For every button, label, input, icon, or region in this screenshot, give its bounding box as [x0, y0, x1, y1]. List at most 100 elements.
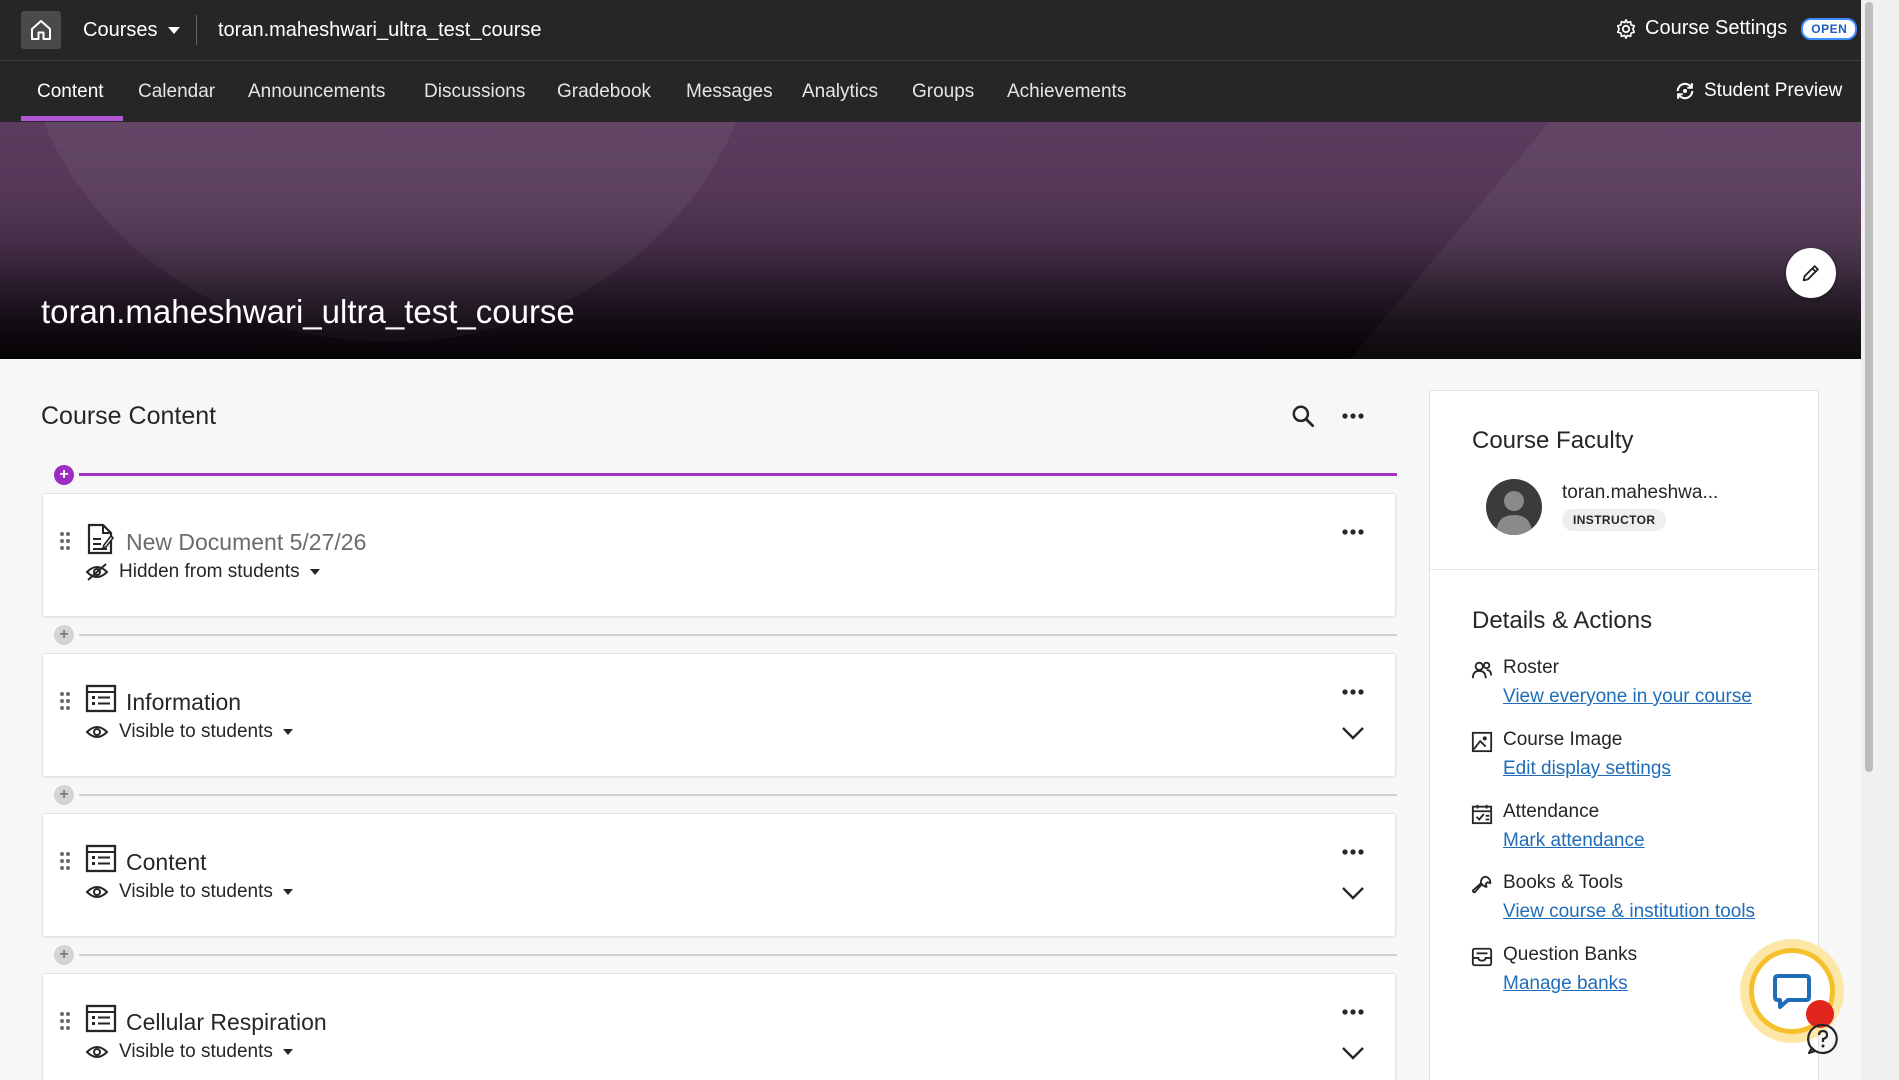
eye-icon: [85, 886, 109, 898]
visibility-dropdown[interactable]: Hidden from students: [85, 561, 320, 583]
person-icon: [1496, 491, 1532, 535]
add-content-divider: [79, 794, 1397, 796]
active-tab-indicator: [21, 116, 123, 121]
plus-icon: +: [59, 466, 69, 483]
faculty-name[interactable]: toran.maheshwa...: [1562, 482, 1718, 504]
visibility-label: Visible to students: [119, 1041, 273, 1062]
tab-announcements[interactable]: Announcements: [248, 81, 385, 103]
caret-down-icon: [168, 26, 181, 34]
top-divider: [196, 15, 197, 45]
drag-handle-icon[interactable]: [59, 851, 71, 871]
add-content-button[interactable]: +: [54, 785, 74, 805]
action-label: Course Image: [1503, 729, 1623, 750]
add-content-divider: [79, 634, 1397, 636]
course-banner: toran.maheshwari_ultra_test_course: [0, 122, 1861, 359]
home-icon: [31, 20, 51, 40]
caret-down-icon: [282, 1049, 293, 1055]
drag-handle-icon[interactable]: [59, 531, 71, 551]
search-icon[interactable]: [1290, 403, 1316, 429]
plus-icon: +: [59, 786, 69, 803]
edit-display-settings-link[interactable]: Edit display settings: [1503, 758, 1671, 780]
visibility-dropdown[interactable]: Visible to students: [85, 881, 293, 903]
course-faculty-heading: Course Faculty: [1472, 427, 1634, 454]
attendance-icon: [1471, 804, 1493, 825]
chevron-down-icon[interactable]: [1341, 726, 1365, 740]
manage-banks-link[interactable]: Manage banks: [1503, 973, 1628, 995]
home-button[interactable]: [21, 11, 61, 49]
plus-icon: +: [59, 626, 69, 643]
document-icon: [87, 523, 115, 555]
student-preview-label: Student Preview: [1704, 80, 1843, 101]
action-label: Attendance: [1503, 801, 1600, 822]
courses-label: Courses: [83, 19, 158, 41]
content-item[interactable]: New Document 5/27/26 Hidden from student…: [42, 493, 1396, 617]
content-item[interactable]: Cellular Respiration Visible to students: [42, 973, 1396, 1080]
caret-down-icon: [309, 569, 320, 575]
content-item-title[interactable]: Content: [126, 849, 207, 876]
visibility-dropdown[interactable]: Visible to students: [85, 721, 293, 743]
content-item[interactable]: Information Visible to students: [42, 653, 1396, 777]
course-settings-button[interactable]: Course Settings OPEN: [1615, 17, 1858, 40]
course-nav: Content Calendar Announcements Discussio…: [0, 61, 1861, 122]
more-options-icon[interactable]: [1341, 688, 1365, 696]
chevron-down-icon[interactable]: [1341, 886, 1365, 900]
preview-refresh-icon: [1676, 82, 1694, 100]
avatar[interactable]: [1486, 479, 1542, 535]
gear-icon: [1616, 18, 1636, 39]
tab-calendar[interactable]: Calendar: [138, 81, 215, 103]
tab-achievements[interactable]: Achievements: [1007, 81, 1126, 103]
content-item-title[interactable]: Cellular Respiration: [126, 1009, 327, 1036]
help-question-icon[interactable]: [1806, 1022, 1840, 1056]
tab-analytics[interactable]: Analytics: [802, 81, 878, 103]
content-item[interactable]: Content Visible to students: [42, 813, 1396, 937]
more-options-icon[interactable]: [1341, 412, 1365, 420]
chevron-down-icon[interactable]: [1341, 1046, 1365, 1060]
caret-down-icon: [282, 889, 293, 895]
view-tools-link[interactable]: View course & institution tools: [1503, 901, 1755, 923]
tab-gradebook[interactable]: Gradebook: [557, 81, 651, 103]
student-preview-button[interactable]: Student Preview: [1674, 80, 1842, 102]
course-title: toran.maheshwari_ultra_test_course: [41, 293, 575, 330]
visibility-dropdown[interactable]: Visible to students: [85, 1041, 293, 1063]
eye-icon: [85, 726, 109, 738]
more-options-icon[interactable]: [1341, 848, 1365, 856]
tab-content[interactable]: Content: [37, 81, 104, 103]
add-content-button[interactable]: +: [54, 625, 74, 645]
eye-icon: [85, 1046, 109, 1058]
caret-down-icon: [282, 729, 293, 735]
action-label: Question Banks: [1503, 944, 1638, 965]
question-bank-icon: [1471, 947, 1493, 967]
visibility-label: Visible to students: [119, 881, 273, 902]
pencil-icon: [1802, 265, 1819, 282]
breadcrumb-course-name: toran.maheshwari_ultra_test_course: [218, 19, 542, 41]
folder-icon: [85, 1004, 117, 1033]
add-content-button[interactable]: +: [54, 945, 74, 965]
image-icon: [1471, 731, 1493, 753]
edit-banner-button[interactable]: [1786, 248, 1836, 298]
visibility-label: Hidden from students: [119, 561, 300, 582]
more-options-icon[interactable]: [1341, 528, 1365, 536]
wrench-icon: [1471, 875, 1492, 894]
mark-attendance-link[interactable]: Mark attendance: [1503, 830, 1645, 852]
drag-handle-icon[interactable]: [59, 691, 71, 711]
hidden-eye-icon: [85, 563, 109, 581]
drag-handle-icon[interactable]: [59, 1011, 71, 1031]
tab-groups[interactable]: Groups: [912, 81, 974, 103]
tab-messages[interactable]: Messages: [686, 81, 773, 103]
content-item-title[interactable]: Information: [126, 689, 241, 716]
folder-icon: [85, 844, 117, 873]
tab-discussions[interactable]: Discussions: [424, 81, 525, 103]
action-label: Roster: [1503, 657, 1559, 678]
content-item-title[interactable]: New Document 5/27/26: [126, 529, 366, 556]
chat-bubble-icon: [1773, 974, 1811, 1009]
roster-icon: [1471, 661, 1493, 679]
scrollbar-thumb[interactable]: [1865, 2, 1873, 772]
folder-icon: [85, 684, 117, 713]
more-options-icon[interactable]: [1341, 1008, 1365, 1016]
add-content-divider: [79, 473, 1397, 476]
add-content-button[interactable]: +: [54, 465, 74, 485]
sidebar-separator: [1430, 569, 1818, 570]
courses-menu[interactable]: Courses: [83, 19, 181, 42]
roster-link[interactable]: View everyone in your course: [1503, 686, 1752, 708]
course-status-badge: OPEN: [1801, 17, 1858, 40]
